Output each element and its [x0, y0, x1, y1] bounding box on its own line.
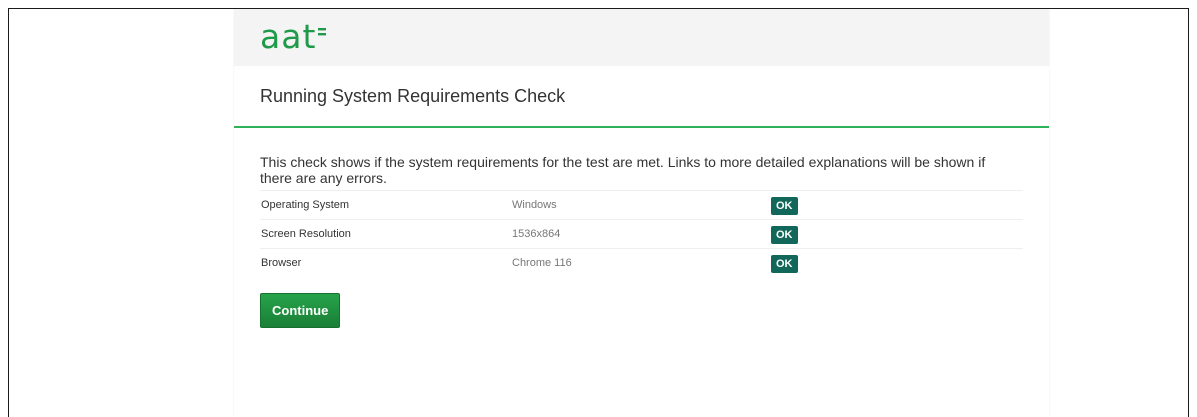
requirement-name: Browser	[261, 257, 302, 270]
requirements-card: aat Running System Requirements Check Th…	[234, 9, 1049, 417]
requirement-status-cell: OK	[770, 220, 1023, 249]
screenshot-frame: aat Running System Requirements Check Th…	[8, 8, 1189, 417]
requirement-value: Chrome 116	[512, 257, 572, 270]
continue-button[interactable]: Continue	[260, 292, 341, 328]
logo-text: aat	[260, 16, 317, 56]
requirement-status-cell: OK	[770, 191, 1023, 220]
logo-mark-icon	[318, 23, 327, 48]
requirement-name: Screen Resolution	[261, 228, 351, 240]
aat-logo: aat	[260, 11, 327, 61]
requirement-status-cell: OK	[770, 249, 1023, 278]
ok-badge: OK	[771, 254, 798, 273]
table-row: Screen Resolution 1536x864 OK	[260, 219, 1023, 249]
header-bar: aat	[234, 9, 1049, 66]
ok-badge: OK	[771, 225, 798, 244]
requirement-value: 1536x864	[512, 228, 561, 240]
requirement-value: Windows	[512, 199, 557, 211]
intro-text: This check shows if the system requireme…	[260, 154, 986, 186]
page-title: Running System Requirements Check	[260, 86, 566, 106]
title-bar: Running System Requirements Check	[234, 66, 1049, 128]
table-row: Operating System Windows OK	[260, 190, 1023, 220]
main-content: This check shows if the system requireme…	[234, 128, 1049, 328]
requirement-name: Operating System	[261, 199, 350, 211]
ok-badge: OK	[771, 196, 798, 215]
table-row: Browser Chrome 116 OK	[260, 248, 1023, 278]
requirements-table: Operating System Windows OK Screen Resol…	[260, 190, 1023, 278]
